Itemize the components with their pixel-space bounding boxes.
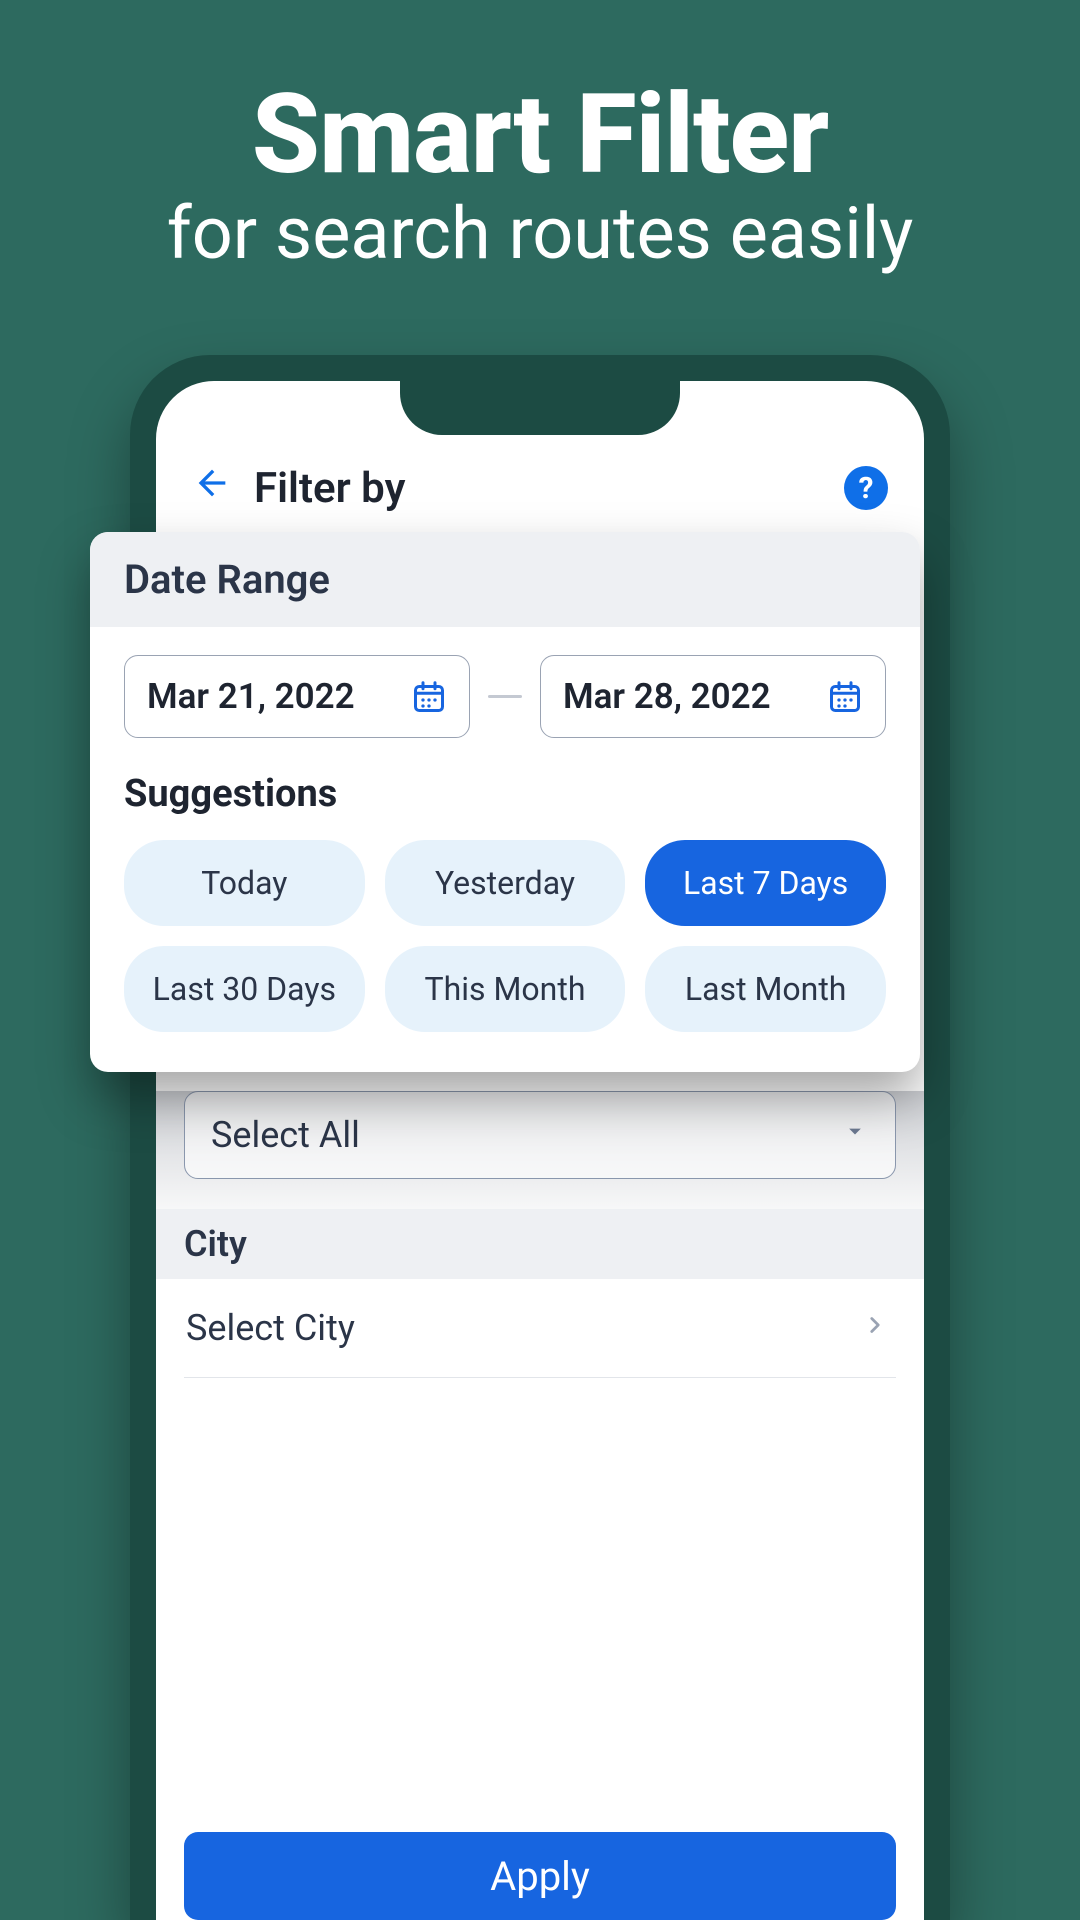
start-date-input[interactable]: Mar 21, 2022 xyxy=(124,655,470,738)
suggestion-chip[interactable]: Yesterday xyxy=(385,840,626,926)
end-date-value: Mar 28, 2022 xyxy=(563,676,771,717)
select-city-row[interactable]: Select City xyxy=(184,1279,896,1378)
filter-form: Select All City Select City xyxy=(156,1091,924,1378)
suggestions-label: Suggestions xyxy=(124,772,886,816)
popup-body: Mar 21, 2022 Mar 28, 2022 Suggestions To… xyxy=(90,627,920,1072)
back-arrow-icon[interactable] xyxy=(192,461,238,515)
chevron-down-icon xyxy=(841,1117,869,1153)
select-all-dropdown[interactable]: Select All xyxy=(184,1091,896,1179)
select-city-label: Select City xyxy=(186,1307,355,1349)
date-range-popup: Date Range Mar 21, 2022 Mar 28, 2022 Sug… xyxy=(90,532,920,1072)
popup-header: Date Range xyxy=(90,532,920,627)
calendar-icon xyxy=(827,679,863,715)
suggestion-chip-grid: TodayYesterdayLast 7 Days Last 30 DaysThi… xyxy=(124,840,886,1032)
suggestion-chip[interactable]: Last 7 Days xyxy=(645,840,886,926)
city-section-label: City xyxy=(156,1209,924,1279)
help-icon: ? xyxy=(859,471,874,506)
appbar-title: Filter by xyxy=(254,464,405,513)
suggestion-chip[interactable]: Today xyxy=(124,840,365,926)
date-row: Mar 21, 2022 Mar 28, 2022 xyxy=(124,655,886,738)
promo-title: Smart Filter xyxy=(0,70,1080,199)
suggestion-chip[interactable]: Last 30 Days xyxy=(124,946,365,1032)
chevron-right-icon xyxy=(862,1311,888,1346)
select-all-label: Select All xyxy=(211,1114,360,1156)
apply-label: Apply xyxy=(490,1853,590,1900)
apply-button[interactable]: Apply xyxy=(184,1832,896,1920)
calendar-icon xyxy=(411,679,447,715)
promo-headline: Smart Filter for search routes easily xyxy=(0,70,1080,276)
date-separator xyxy=(488,695,522,698)
help-button[interactable]: ? xyxy=(844,466,888,510)
phone-notch xyxy=(400,381,680,435)
start-date-value: Mar 21, 2022 xyxy=(147,676,355,717)
suggestion-chip[interactable]: This Month xyxy=(385,946,626,1032)
end-date-input[interactable]: Mar 28, 2022 xyxy=(540,655,886,738)
suggestion-chip[interactable]: Last Month xyxy=(645,946,886,1032)
app-bar: Filter by ? xyxy=(156,453,924,523)
promo-subtitle: for search routes easily xyxy=(0,191,1080,276)
